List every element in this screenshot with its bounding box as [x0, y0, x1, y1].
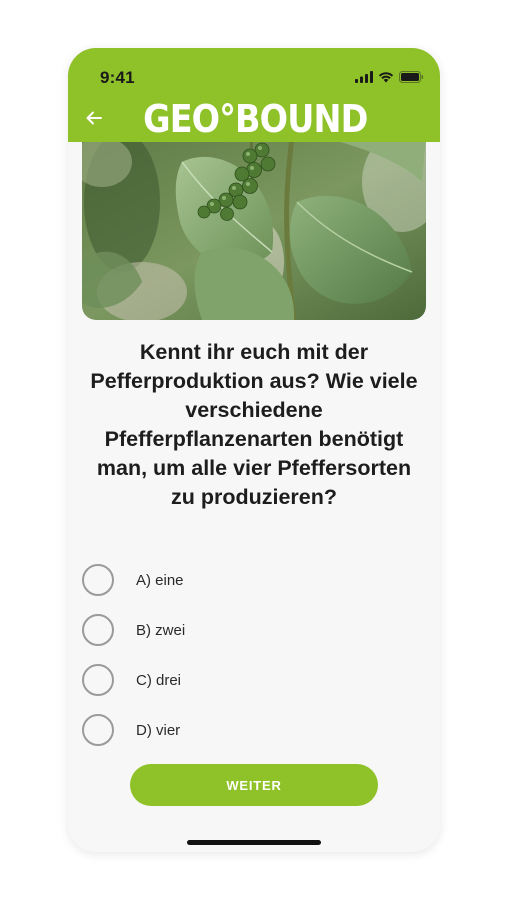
answer-option-a[interactable]: A) eine [82, 555, 412, 605]
back-button[interactable] [82, 106, 106, 130]
radio-button[interactable] [82, 714, 114, 746]
radio-button[interactable] [82, 664, 114, 696]
battery-icon [399, 71, 424, 83]
status-icons [355, 70, 424, 84]
answer-label: A) eine [136, 571, 184, 589]
quiz-photo [82, 142, 426, 320]
logo-text: GEO°BOUND [143, 97, 368, 141]
answer-option-b[interactable]: B) zwei [82, 605, 412, 655]
signal-icon [355, 71, 373, 83]
radio-button[interactable] [82, 614, 114, 646]
radio-button[interactable] [82, 564, 114, 596]
status-time: 9:41 [100, 68, 135, 87]
answer-label: B) zwei [136, 621, 186, 639]
wifi-icon [378, 72, 394, 83]
pepper-plant-image [82, 142, 426, 320]
quiz-question: Kennt ihr euch mit der Pefferproduktion … [90, 340, 418, 509]
next-button[interactable]: WEITER [130, 764, 378, 806]
answer-options: A) eine B) zwei C) drei D) vier [82, 555, 412, 755]
app-header: 9:41 GEO°BOUND [68, 48, 440, 142]
home-indicator [187, 840, 321, 845]
answer-option-d[interactable]: D) vier [82, 705, 412, 755]
answer-label: D) vier [136, 721, 181, 739]
app-logo: GEO°BOUND [128, 98, 380, 140]
phone-screen: 9:41 GEO°BOUND Kennt ihr euch mit der Pe… [68, 48, 440, 852]
answer-option-c[interactable]: C) drei [82, 655, 412, 705]
arrow-left-icon [86, 111, 102, 125]
answer-label: C) drei [136, 671, 182, 689]
